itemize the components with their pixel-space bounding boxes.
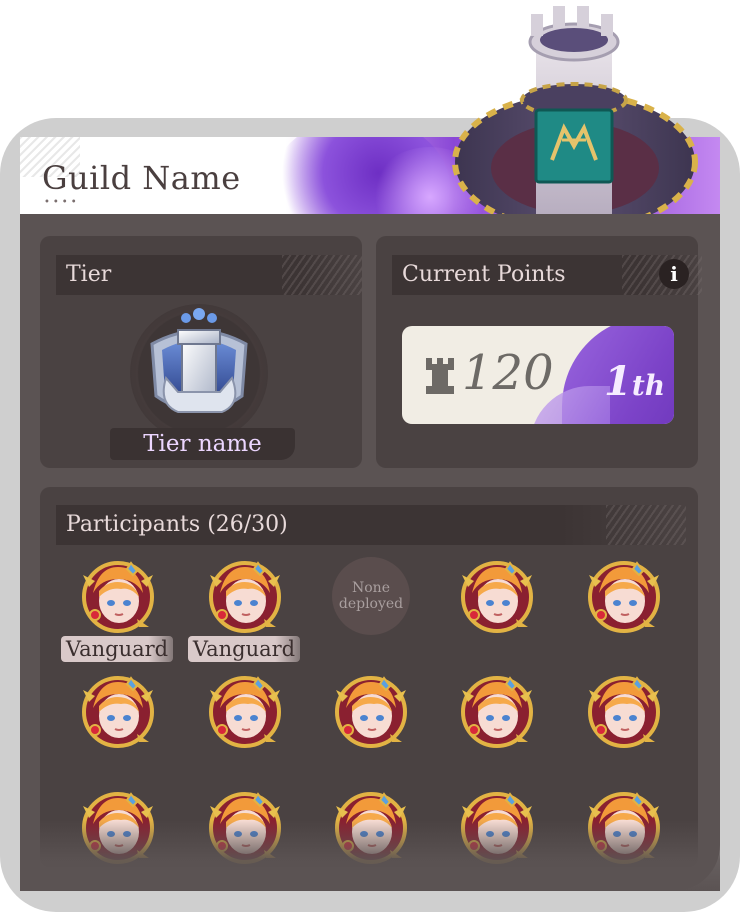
guild-castle-emblem-icon — [452, 6, 698, 214]
hero-portrait-icon — [461, 561, 533, 633]
rank-value: 1th — [604, 358, 665, 405]
none-deployed-line1: None — [352, 580, 390, 596]
tier-name-label: Tier name — [110, 428, 295, 460]
participant-avatar[interactable] — [206, 557, 284, 635]
guild-name: Guild Name — [42, 159, 241, 197]
points-value: 120 — [462, 345, 554, 401]
participants-title: Participants — [66, 512, 201, 537]
vanguard-tag: Vanguard — [188, 636, 300, 662]
empty-slot-none-deployed[interactable]: None deployed — [332, 557, 410, 635]
rook-icon — [426, 358, 454, 394]
current-points-title: Current Points — [402, 262, 566, 287]
participant-avatar[interactable] — [206, 672, 284, 750]
participants-header: Participants (26/30) — [56, 505, 686, 545]
participant-avatar[interactable] — [79, 672, 157, 750]
participants-count: (26/30) — [207, 512, 288, 537]
tier-badge-icon — [150, 308, 248, 413]
participant-avatar[interactable] — [458, 557, 536, 635]
hero-portrait-icon — [209, 561, 281, 633]
hero-portrait-icon — [82, 676, 154, 748]
participant-avatar[interactable] — [458, 672, 536, 750]
rank-number: 1 — [604, 358, 632, 405]
vanguard-tag: Vanguard — [61, 636, 173, 662]
tier-panel-header: Tier — [56, 255, 362, 295]
info-icon[interactable]: i — [659, 259, 689, 289]
participant-avatar[interactable] — [332, 672, 410, 750]
hero-portrait-icon — [335, 676, 407, 748]
participant-avatar[interactable] — [79, 557, 157, 635]
rank-suffix: th — [631, 369, 666, 402]
hero-portrait-icon — [588, 676, 660, 748]
hero-portrait-icon — [82, 561, 154, 633]
hero-portrait-icon — [209, 676, 281, 748]
tier-title: Tier — [66, 262, 112, 287]
hero-portrait-icon — [461, 676, 533, 748]
guild-name-dots: •••• — [44, 197, 80, 208]
list-fade — [20, 820, 720, 891]
participant-avatar[interactable] — [585, 557, 663, 635]
participant-avatar[interactable] — [585, 672, 663, 750]
none-deployed-line2: deployed — [338, 596, 404, 612]
current-points-header: Current Points — [392, 255, 702, 295]
hero-portrait-icon — [588, 561, 660, 633]
